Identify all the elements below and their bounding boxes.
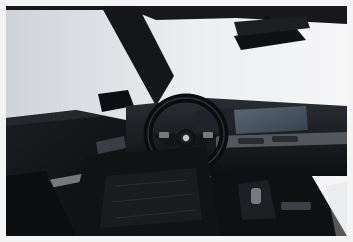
photo-frame — [0, 0, 353, 242]
center-vent-left — [238, 138, 264, 144]
console-controls — [281, 202, 311, 210]
car-interior-illustration — [6, 6, 347, 236]
steering-wheel-badge — [182, 134, 190, 142]
gear-lever — [251, 188, 261, 204]
infotainment-screen — [234, 106, 308, 134]
car-interior-photo — [6, 6, 347, 236]
center-vent-right — [272, 136, 298, 142]
